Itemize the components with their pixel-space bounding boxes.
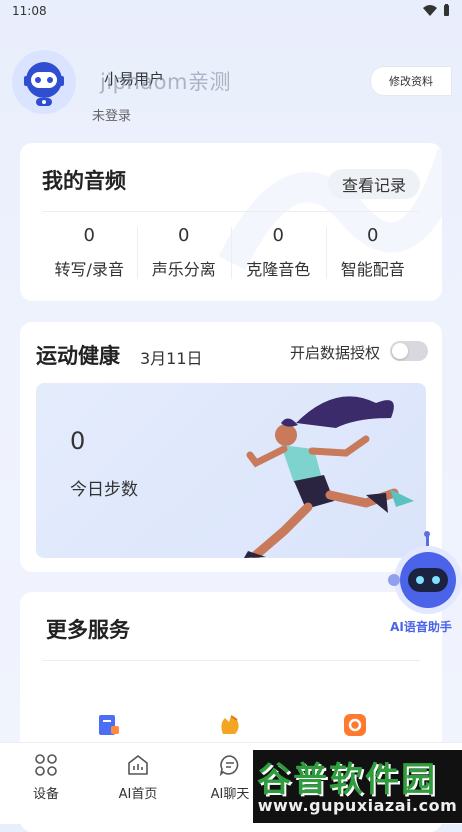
divider [42,660,420,661]
stat-voice-clone[interactable]: 0 克隆音色 [231,221,326,287]
toggle-knob [392,343,408,359]
watermark-text: jiphaom亲测 [100,70,231,94]
profile-header: 小易用户 jiphaom亲测 未登录 修改资料 [12,50,452,130]
ai-robot-icon [388,531,462,614]
steps-panel[interactable]: 0 今日步数 [36,383,426,558]
steps-count: 0 [70,427,86,455]
more-services-title: 更多服务 [46,618,130,642]
login-state[interactable]: 未登录 [92,105,131,124]
stat-value: 0 [83,225,95,246]
stat-label: 克隆音色 [246,260,311,279]
divider [42,211,420,212]
sports-health-card: 运动健康 3月11日 开启数据授权 0 今日步数 [20,322,442,572]
settings-service-icon[interactable] [342,712,368,738]
ai-voice-assistant[interactable]: AI语音助手 [380,530,462,640]
edit-profile-button[interactable]: 修改资料 [370,66,452,96]
stat-value: 0 [178,225,190,246]
stat-label: 智能配音 [340,260,405,279]
chat-icon [219,755,239,777]
stat-label: 声乐分离 [151,260,216,279]
tab-label: 设备 [32,787,59,802]
stat-label: 转写/录音 [54,260,124,279]
steps-label: 今日步数 [70,480,138,500]
stat-smart-dubbing[interactable]: 0 智能配音 [325,221,421,287]
tab-label: AI聊天 [210,787,250,802]
my-audio-card: 我的音频 查看记录 0 转写/录音 0 声乐分离 0 克隆音色 0 智能配音 [20,143,442,301]
home-chart-icon [128,755,148,775]
my-audio-title: 我的音频 [42,169,126,193]
clap-service-icon[interactable] [217,712,243,738]
sports-health-title: 运动健康 [36,344,120,368]
data-auth-toggle[interactable] [390,341,428,361]
stat-value: 0 [367,225,379,246]
stat-value: 0 [272,225,284,246]
notebook-service-icon[interactable] [95,712,121,738]
ai-assistant-label: AI语音助手 [390,620,452,634]
brand-url: www.gupuxiazai.com [257,796,458,815]
status-icons [423,4,450,16]
brand-watermark: 谷普软件园 www.gupuxiazai.com [253,750,462,823]
data-auth-label: 开启数据授权 [289,344,380,362]
robot-avatar-icon [12,50,76,114]
tab-label: AI首页 [118,787,158,802]
audio-stats: 0 转写/录音 0 声乐分离 0 克隆音色 0 智能配音 [42,221,420,287]
device-grid-icon [35,754,57,776]
status-time: 11:08 [12,4,47,18]
tab-ai-home[interactable]: AI首页 [103,753,173,802]
view-history-button[interactable]: 查看记录 [328,169,420,199]
tab-device[interactable]: 设备 [11,753,81,802]
avatar[interactable] [12,50,76,114]
wifi-icon [423,4,437,16]
status-bar: 11:08 [0,0,462,22]
battery-icon [444,4,449,16]
stat-vocal-separation[interactable]: 0 声乐分离 [136,221,232,287]
health-date: 3月11日 [140,349,203,368]
stat-transcribe[interactable]: 0 转写/录音 [42,221,137,287]
brand-name: 谷普软件园 [257,760,437,800]
